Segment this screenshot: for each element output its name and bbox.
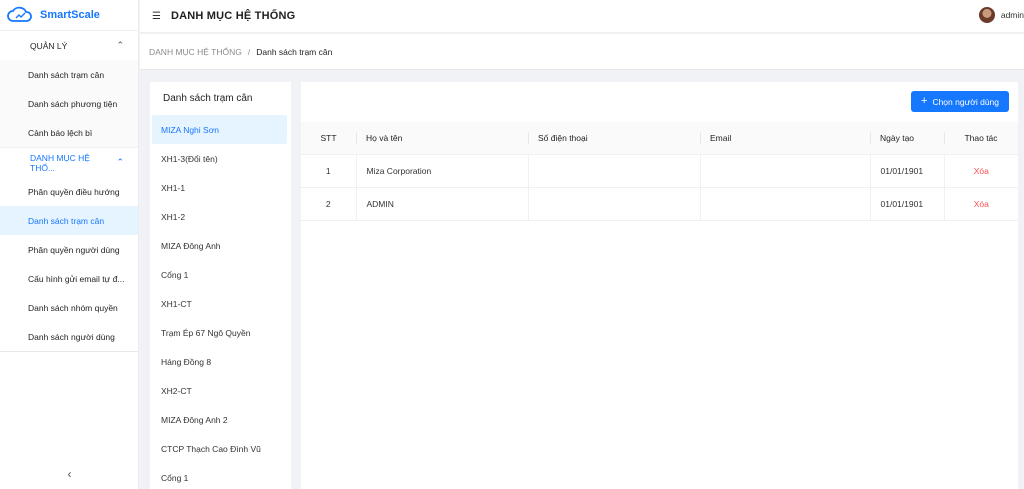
menu-group-label: QUẢN LÝ [30,40,68,51]
station-item[interactable]: XH1-3(Đổi tên) [150,144,291,173]
station-item[interactable]: XH2-CT [150,376,291,405]
menu-group-quan-ly[interactable]: QUẢN LÝ ⌃ [0,30,138,60]
divider [0,351,138,352]
station-item[interactable]: XH1-1 [150,173,291,202]
breadcrumb-separator: / [247,46,251,57]
cell-actions: Xóa [944,187,1018,221]
select-user-label: Chọn người dùng [932,96,999,107]
user-table: STT Họ và tên Số điện thoại Email Ngày t… [301,122,1018,221]
sidebar-item-permission-groups[interactable]: Danh sách nhóm quyền [0,293,138,322]
menu-group-label: DANH MỤC HỆ THỐ... [30,152,90,173]
column-header-stt: STT [301,122,356,155]
cell-email [700,154,871,188]
cell-stt: 1 [301,154,357,188]
cell-phone [528,187,701,221]
delete-link[interactable]: Xóa [974,199,989,209]
menu-group-danh-muc[interactable]: DANH MỤC HỆ THỐ... ⌃ [0,147,138,177]
user-menu[interactable]: admin [978,7,1024,23]
select-user-button[interactable]: + Chọn người dùng [911,91,1009,112]
breadcrumb-parent[interactable]: DANH MỤC HỆ THỐNG [149,47,242,57]
station-item[interactable]: CTCP Thạch Cao Đình Vũ [150,434,291,463]
sidebar-item-nav-permissions[interactable]: Phân quyền điều hướng [0,177,138,206]
delete-link[interactable]: Xóa [974,166,989,176]
sidebar-item-tare-warning[interactable]: Cảnh báo lệch bì [0,118,138,147]
cell-name: Miza Corporation [356,154,529,188]
cell-name: ADMIN [356,187,529,221]
plus-icon: + [921,95,928,107]
breadcrumb: DANH MỤC HỆ THỐNG / Danh sách trạm cân [140,34,1024,70]
column-header-name: Họ và tên [356,122,528,155]
sidebar-item-user-permissions[interactable]: Phân quyền người dùng [0,235,138,264]
app-name: SmartScale [40,9,100,21]
page-title: DANH MỤC HỆ THỐNG [170,10,296,22]
column-header-phone: Số điện thoại [528,122,700,155]
station-item[interactable]: Cổng 1 [150,463,291,489]
cell-email [700,187,871,221]
chevron-left-icon: ‹ [67,467,72,481]
station-item[interactable]: XH1-2 [150,202,291,231]
user-table-panel: + Chọn người dùng STT Họ và tên Số điện … [301,82,1018,489]
station-item[interactable]: XH1-CT [150,289,291,318]
station-list-title: Danh sách trạm cân [163,93,253,104]
sidebar: SmartScale QUẢN LÝ ⌃ Danh sách trạm cân … [0,0,139,489]
table-header-row: STT Họ và tên Số điện thoại Email Ngày t… [301,122,1018,155]
station-item[interactable]: MIZA Nghi Sơn [152,115,287,144]
avatar [978,7,995,23]
station-item[interactable]: Trạm Ép 67 Ngô Quyền [150,318,291,347]
cell-created: 01/01/1901 [870,154,945,188]
station-item[interactable]: MIZA Đông Anh [150,231,291,260]
cell-stt: 2 [301,187,357,221]
station-item[interactable]: MIZA Đông Anh 2 [150,405,291,434]
chevron-up-icon: ⌃ [116,40,124,50]
logo[interactable]: SmartScale [0,0,138,30]
header: ☰ DANH MỤC HỆ THỐNG admin [140,0,1024,33]
sidebar-item-station-list[interactable]: Danh sách trạm cân [0,206,138,235]
breadcrumb-current: Danh sách trạm cân [256,46,333,57]
collapse-sidebar-button[interactable]: ‹ [0,467,139,481]
table-row: 2 ADMIN 01/01/1901 Xóa [301,187,1018,221]
cloud-logo-icon [7,6,32,22]
sidebar-item-weigh-stations[interactable]: Danh sách trạm cân [0,60,138,89]
station-item[interactable]: Háng Đồng 8 [150,347,291,376]
sidebar-item-users[interactable]: Danh sách người dùng [0,322,138,351]
chevron-up-icon: ⌃ [116,157,124,167]
user-name: admin [1000,10,1024,20]
column-header-email: Email [700,122,870,155]
station-item[interactable]: Cổng 1 [150,260,291,289]
sidebar-item-vehicles[interactable]: Danh sách phương tiện [0,89,138,118]
station-list-panel: Danh sách trạm cân MIZA Nghi Sơn XH1-3(Đ… [150,82,291,489]
column-header-created: Ngày tạo [870,122,944,155]
menu-toggle-icon[interactable]: ☰ [152,11,161,22]
cell-actions: Xóa [944,154,1018,188]
column-header-actions: Thao tác [944,122,1018,155]
cell-phone [528,154,701,188]
sidebar-item-email-config[interactable]: Cấu hình gửi email tự đ... [0,264,138,293]
cell-created: 01/01/1901 [870,187,945,221]
table-row: 1 Miza Corporation 01/01/1901 Xóa [301,154,1018,188]
